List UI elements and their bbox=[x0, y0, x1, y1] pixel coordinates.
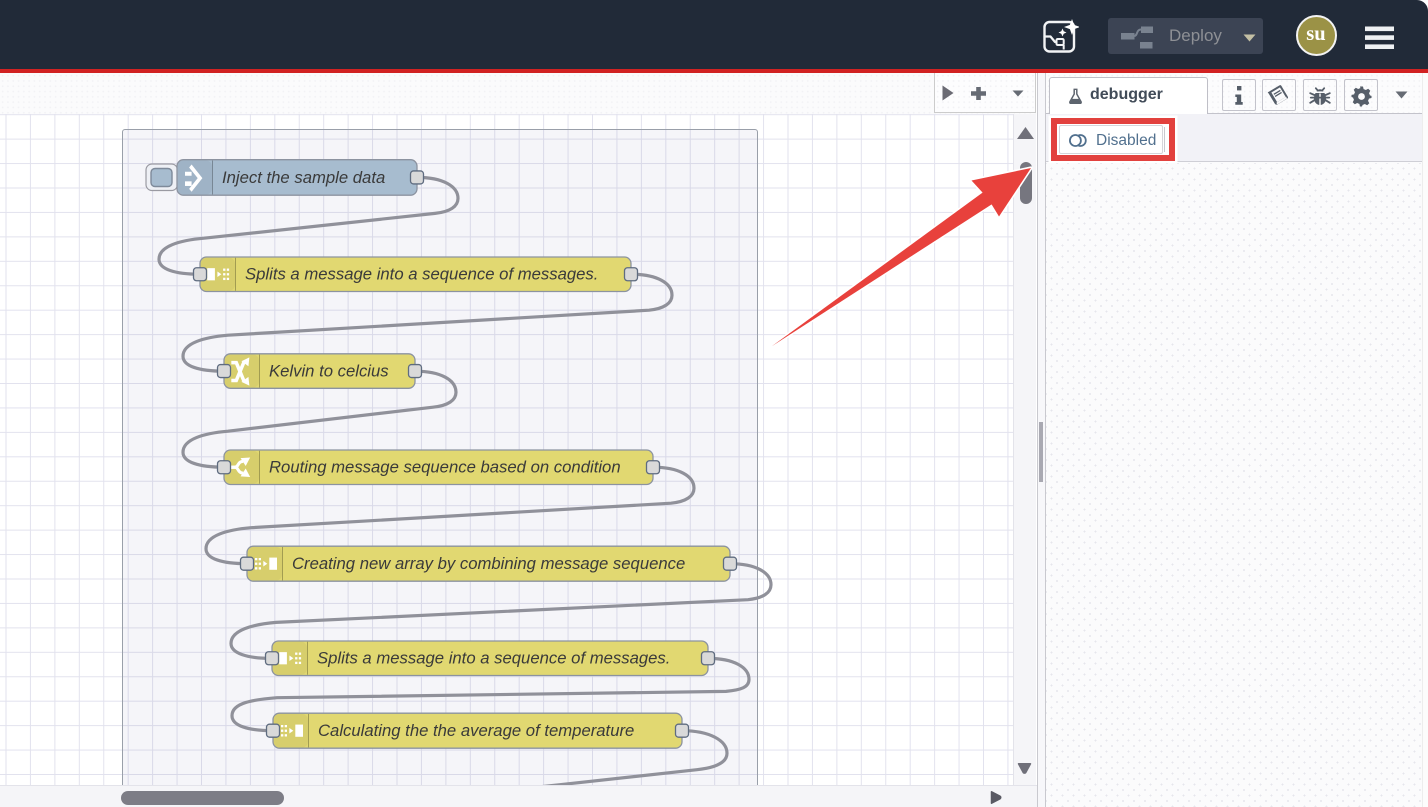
svg-text:Splits a message into a sequen: Splits a message into a sequence of mess… bbox=[245, 265, 598, 284]
svg-text:Creating new array by combinin: Creating new array by combining message … bbox=[292, 554, 685, 573]
svg-text:Kelvin to celcius: Kelvin to celcius bbox=[269, 361, 389, 380]
svg-text:Routing message sequence based: Routing message sequence based on condit… bbox=[269, 458, 621, 477]
svg-text:Inject the sample data: Inject the sample data bbox=[222, 168, 385, 187]
svg-text:Splits a message into a sequen: Splits a message into a sequence of mess… bbox=[317, 649, 670, 668]
svg-text:Calculating the the average of: Calculating the the average of temperatu… bbox=[318, 721, 634, 740]
